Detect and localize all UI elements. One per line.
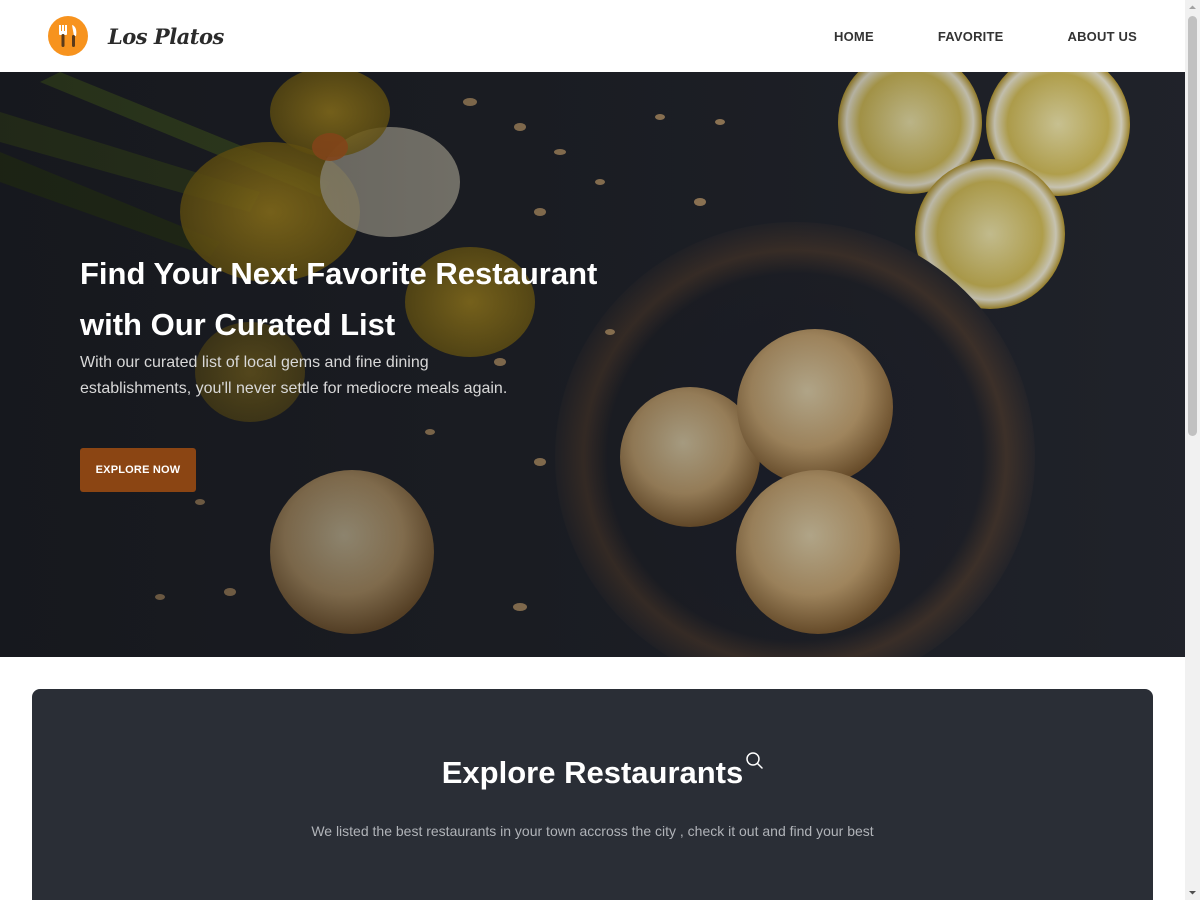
explore-title-wrap: Explore Restaurants [32, 752, 1153, 791]
explore-now-button[interactable]: EXPLORE NOW [80, 448, 196, 492]
hero-content: Find Your Next Favorite Restaurant with … [80, 248, 640, 492]
page-scrollbar[interactable] [1185, 0, 1200, 900]
nav-about-us[interactable]: ABOUT US [1068, 19, 1138, 54]
explore-title: Explore Restaurants [441, 752, 763, 791]
main-nav: HOME FAVORITE ABOUT US [834, 19, 1137, 54]
nav-favorite[interactable]: FAVORITE [938, 19, 1004, 54]
fork-knife-icon [48, 16, 88, 56]
nav-home[interactable]: HOME [834, 19, 874, 54]
brand-link[interactable]: Los Platos [48, 16, 224, 56]
explore-section: Explore Restaurants We listed the best r… [32, 689, 1153, 900]
scroll-up-arrow-icon[interactable] [1185, 0, 1200, 15]
hero-subtitle: With our curated list of local gems and … [80, 354, 508, 397]
brand-name: Los Platos [108, 23, 224, 49]
hero-section: Find Your Next Favorite Restaurant with … [0, 72, 1185, 657]
site-header: Los Platos HOME FAVORITE ABOUT US [0, 0, 1185, 72]
scrollbar-thumb[interactable] [1188, 16, 1197, 436]
explore-subtitle: We listed the best restaurants in your t… [311, 823, 874, 839]
scroll-down-arrow-icon[interactable] [1185, 885, 1200, 900]
explore-title-text: Explore Restaurants [441, 755, 744, 790]
hero-title: Find Your Next Favorite Restaurant with … [80, 256, 598, 342]
search-icon[interactable] [745, 743, 765, 769]
